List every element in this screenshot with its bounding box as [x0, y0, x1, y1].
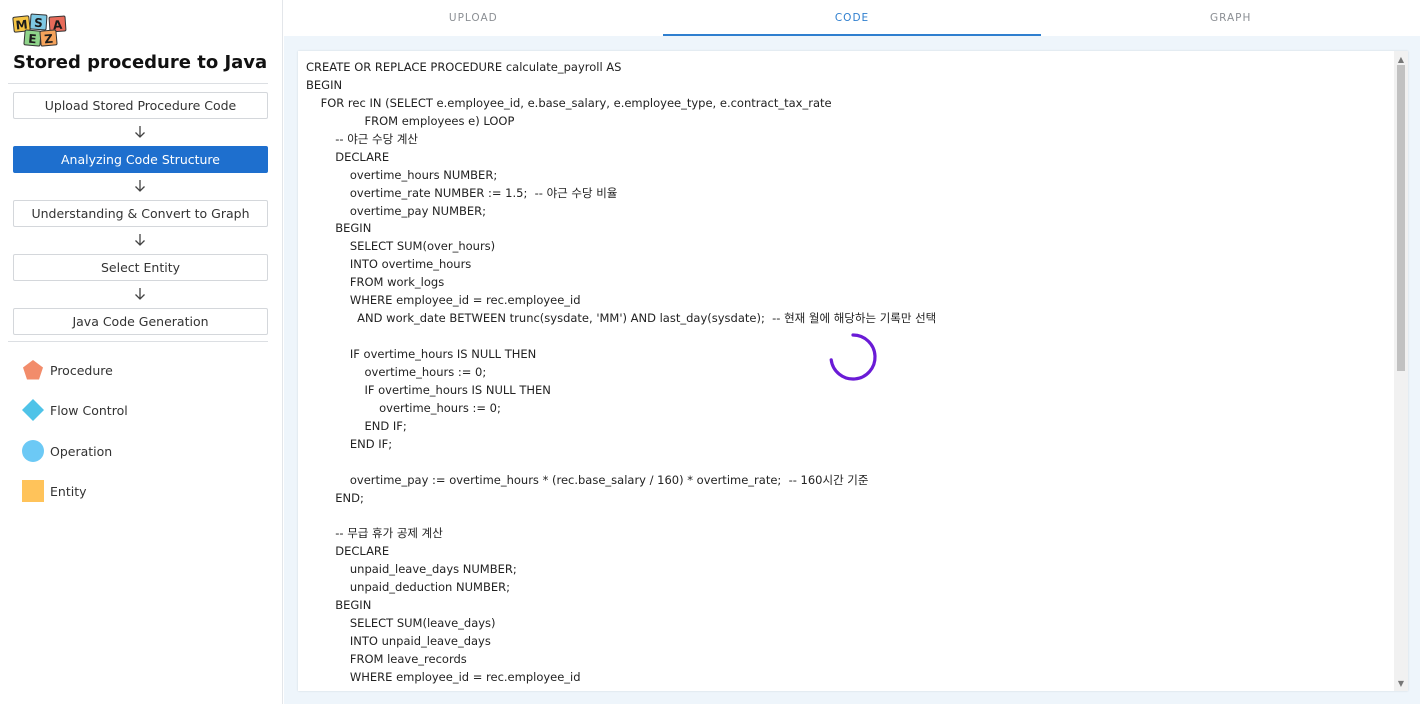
code-line: SELECT SUM(leave_days): [306, 616, 496, 631]
arrow-down-icon: [130, 284, 150, 304]
legend-item-entity: Entity: [22, 479, 87, 503]
code-line: DECLARE: [306, 544, 390, 559]
legend-label: Flow Control: [50, 402, 128, 418]
scroll-down-icon[interactable]: ▼: [1394, 677, 1408, 689]
arrow-down-icon: [130, 230, 150, 250]
code-line: overtime_pay NUMBER;: [306, 203, 487, 218]
legend-item-flow-control: Flow Control: [22, 398, 128, 422]
divider: [8, 341, 268, 342]
app-title: Stored procedure to Java: [13, 52, 268, 73]
step-java-code-generation[interactable]: Java Code Generation: [13, 308, 268, 335]
step-understanding-convert-to-graph[interactable]: Understanding & Convert to Graph: [13, 200, 268, 227]
code-line: overtime_rate NUMBER := 1.5; -- 야근 수당 비율: [306, 185, 618, 200]
code-line: unpaid_leave_days NUMBER;: [306, 562, 517, 577]
code-line: BEGIN: [306, 598, 372, 613]
code-line: WHERE employee_id = rec.employee_id: [306, 669, 581, 684]
diamond-icon: [22, 399, 44, 421]
code-line: overtime_hours NUMBER;: [306, 167, 498, 182]
arrow-down-icon: [130, 122, 150, 142]
code-line: BEGIN: [306, 77, 343, 92]
code-line: FROM leave_records: [306, 651, 467, 666]
logo-tile-z: Z: [39, 29, 58, 47]
code-line: CREATE OR REPLACE PROCEDURE calculate_pa…: [306, 60, 622, 74]
code-line: SELECT SUM(over_hours): [306, 239, 496, 254]
divider: [8, 83, 268, 84]
step-select-entity[interactable]: Select Entity: [13, 254, 268, 281]
legend-item-operation: Operation: [22, 439, 112, 463]
code-line: END IF;: [306, 436, 393, 451]
circle-icon: [22, 440, 44, 462]
legend-label: Procedure: [50, 362, 113, 378]
square-icon: [22, 480, 44, 502]
code-line: overtime_pay := overtime_hours * (rec.ba…: [306, 472, 869, 487]
arrow-down-icon: [130, 176, 150, 196]
code-line: INTO overtime_hours: [306, 257, 472, 272]
legend-item-procedure: Procedure: [22, 358, 113, 382]
loading-spinner-icon: [829, 333, 877, 381]
code-line: -- 야근 수당 계산: [306, 131, 418, 146]
sidebar: M S A E Z Stored procedure to Java Uploa…: [0, 0, 283, 704]
code-line: DECLARE: [306, 149, 390, 164]
tab-code[interactable]: CODE: [662, 0, 1042, 36]
step-upload-stored-procedure-code[interactable]: Upload Stored Procedure Code: [13, 92, 268, 119]
pentagon-icon: [23, 360, 43, 380]
code-line: WHERE employee_id = rec.employee_id: [306, 293, 581, 308]
code-line: overtime_hours := 0;: [306, 400, 501, 415]
code-line: IF overtime_hours IS NULL THEN: [306, 382, 551, 397]
code-line: END;: [306, 490, 364, 505]
scrollbar-thumb[interactable]: [1397, 65, 1405, 371]
code-line: BEGIN: [306, 221, 372, 236]
scroll-up-icon[interactable]: ▲: [1394, 53, 1408, 65]
step-analyzing-code-structure[interactable]: Analyzing Code Structure: [13, 146, 268, 173]
legend-label: Entity: [50, 483, 87, 499]
vertical-scrollbar[interactable]: ▲ ▼: [1394, 51, 1408, 691]
logo-tile-s: S: [29, 13, 48, 31]
code-line: AND work_date BETWEEN trunc(sysdate, 'MM…: [306, 311, 937, 326]
code-line: INTO unpaid_leave_days: [306, 634, 491, 648]
tab-graph[interactable]: GRAPH: [1041, 0, 1420, 36]
code-line: END IF;: [306, 418, 407, 433]
tab-bar: UPLOAD CODE GRAPH: [284, 0, 1420, 36]
code-line: FROM work_logs: [306, 275, 445, 290]
code-line: unpaid_deduction NUMBER;: [306, 580, 510, 595]
legend-label: Operation: [50, 443, 113, 459]
tab-upload[interactable]: UPLOAD: [284, 0, 663, 36]
code-line: FOR rec IN (SELECT e.employee_id, e.base…: [306, 95, 832, 110]
msa-ez-logo: M S A E Z: [12, 13, 71, 47]
code-line: -- 무급 휴가 공제 계산: [306, 526, 443, 541]
code-line: FROM employees e) LOOP: [306, 113, 515, 128]
